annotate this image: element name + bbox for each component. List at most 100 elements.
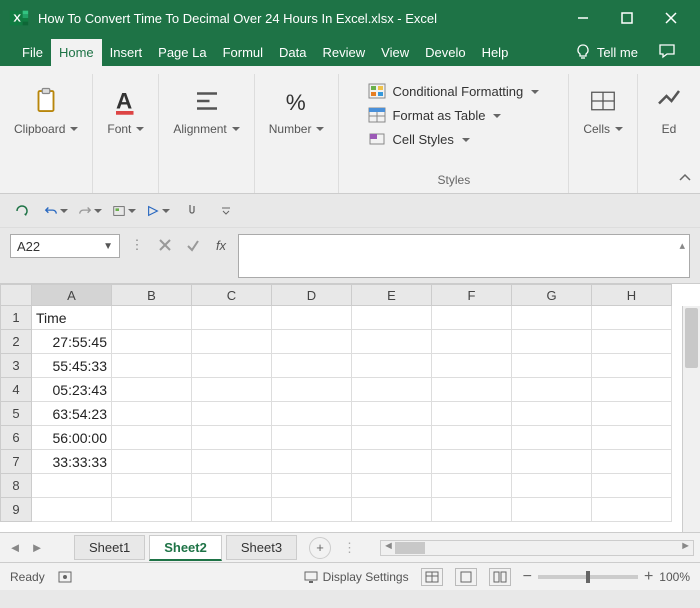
cell[interactable] <box>432 498 512 522</box>
tab-insert[interactable]: Insert <box>102 39 151 66</box>
cells-button[interactable]: Cells <box>575 78 631 142</box>
view-page-layout-button[interactable] <box>455 568 477 586</box>
cell[interactable] <box>592 426 672 450</box>
cell[interactable] <box>272 474 352 498</box>
cell[interactable] <box>192 330 272 354</box>
row-header[interactable]: 5 <box>0 402 32 426</box>
cell[interactable] <box>112 450 192 474</box>
cell[interactable] <box>112 498 192 522</box>
sheet-nav-prev[interactable]: ◄ <box>6 539 24 557</box>
sheet-nav-next[interactable]: ► <box>28 539 46 557</box>
view-page-break-button[interactable] <box>489 568 511 586</box>
cell[interactable] <box>592 378 672 402</box>
cell[interactable] <box>352 378 432 402</box>
cell[interactable] <box>432 450 512 474</box>
cell[interactable] <box>112 402 192 426</box>
cell-a7[interactable]: 33:33:33 <box>32 450 112 474</box>
cell[interactable] <box>512 474 592 498</box>
cell[interactable] <box>512 306 592 330</box>
cell[interactable] <box>272 450 352 474</box>
zoom-slider[interactable] <box>538 575 638 579</box>
tell-me[interactable]: Tell me <box>565 38 648 66</box>
cell[interactable] <box>272 378 352 402</box>
sheet-tab-2[interactable]: Sheet2 <box>149 535 222 561</box>
sheet-tab-1[interactable]: Sheet1 <box>74 535 145 560</box>
cell-styles-button[interactable]: Cell Styles <box>368 130 469 148</box>
cell[interactable] <box>432 354 512 378</box>
cell[interactable] <box>192 426 272 450</box>
maximize-button[interactable] <box>606 4 648 32</box>
sheet-tab-3[interactable]: Sheet3 <box>226 535 297 560</box>
cell[interactable] <box>352 426 432 450</box>
col-header-h[interactable]: H <box>592 284 672 306</box>
tab-view[interactable]: View <box>373 39 417 66</box>
name-box[interactable]: A22 ▼ <box>10 234 120 258</box>
comments-button[interactable] <box>648 36 686 66</box>
cell[interactable] <box>112 378 192 402</box>
zoom-out-button[interactable]: − <box>523 568 532 586</box>
enter-formula-button[interactable] <box>182 234 204 256</box>
cell[interactable] <box>592 354 672 378</box>
cell[interactable] <box>352 330 432 354</box>
scrollbar-thumb[interactable] <box>685 308 698 368</box>
cell[interactable] <box>432 330 512 354</box>
select-all-corner[interactable] <box>0 284 32 306</box>
cell[interactable] <box>192 402 272 426</box>
cell-a4[interactable]: 05:23:43 <box>32 378 112 402</box>
cell-a1[interactable]: Time <box>32 306 112 330</box>
cell[interactable] <box>352 402 432 426</box>
cell[interactable] <box>512 426 592 450</box>
cell[interactable] <box>192 378 272 402</box>
cell-a6[interactable]: 56:00:00 <box>32 426 112 450</box>
cell[interactable] <box>352 498 432 522</box>
cell[interactable] <box>272 426 352 450</box>
qat-button-1[interactable] <box>112 199 136 223</box>
row-header[interactable]: 1 <box>0 306 32 330</box>
cell[interactable] <box>272 330 352 354</box>
cell[interactable] <box>112 426 192 450</box>
cell[interactable] <box>592 474 672 498</box>
macro-record-icon[interactable] <box>57 569 73 585</box>
fx-button[interactable]: fx <box>210 234 232 256</box>
collapse-ribbon-button[interactable] <box>674 167 696 189</box>
cell[interactable] <box>512 378 592 402</box>
cell[interactable] <box>592 498 672 522</box>
cell[interactable] <box>112 354 192 378</box>
cell[interactable] <box>352 354 432 378</box>
alignment-button[interactable]: Alignment <box>165 78 247 142</box>
font-button[interactable]: A Font <box>99 78 152 142</box>
name-box-dropdown-icon[interactable]: ▼ <box>103 241 113 252</box>
row-header[interactable]: 3 <box>0 354 32 378</box>
cell[interactable] <box>432 402 512 426</box>
conditional-formatting-button[interactable]: Conditional Formatting <box>368 82 539 100</box>
cell[interactable] <box>592 306 672 330</box>
cell[interactable] <box>32 474 112 498</box>
col-header-b[interactable]: B <box>112 284 192 306</box>
horizontal-scrollbar[interactable]: ◄ ► <box>380 540 694 556</box>
col-header-e[interactable]: E <box>352 284 432 306</box>
cell[interactable] <box>592 330 672 354</box>
cell[interactable] <box>192 306 272 330</box>
new-sheet-button[interactable]: + <box>309 537 331 559</box>
cell[interactable] <box>272 306 352 330</box>
format-as-table-button[interactable]: Format as Table <box>368 106 501 124</box>
cell[interactable] <box>432 426 512 450</box>
col-header-f[interactable]: F <box>432 284 512 306</box>
qat-button-3[interactable] <box>180 199 204 223</box>
cell-a5[interactable]: 63:54:23 <box>32 402 112 426</box>
cell-a2[interactable]: 27:55:45 <box>32 330 112 354</box>
fx-options-button[interactable]: ⋮ <box>126 234 148 256</box>
cell[interactable] <box>192 474 272 498</box>
cell[interactable] <box>512 498 592 522</box>
tab-data[interactable]: Data <box>271 39 314 66</box>
tab-file[interactable]: File <box>14 39 51 66</box>
col-header-d[interactable]: D <box>272 284 352 306</box>
cell[interactable] <box>32 498 112 522</box>
tab-home[interactable]: Home <box>51 39 102 66</box>
cell[interactable] <box>352 306 432 330</box>
col-header-c[interactable]: C <box>192 284 272 306</box>
row-header[interactable]: 7 <box>0 450 32 474</box>
cell[interactable] <box>112 330 192 354</box>
cell-a3[interactable]: 55:45:33 <box>32 354 112 378</box>
row-header[interactable]: 8 <box>0 474 32 498</box>
